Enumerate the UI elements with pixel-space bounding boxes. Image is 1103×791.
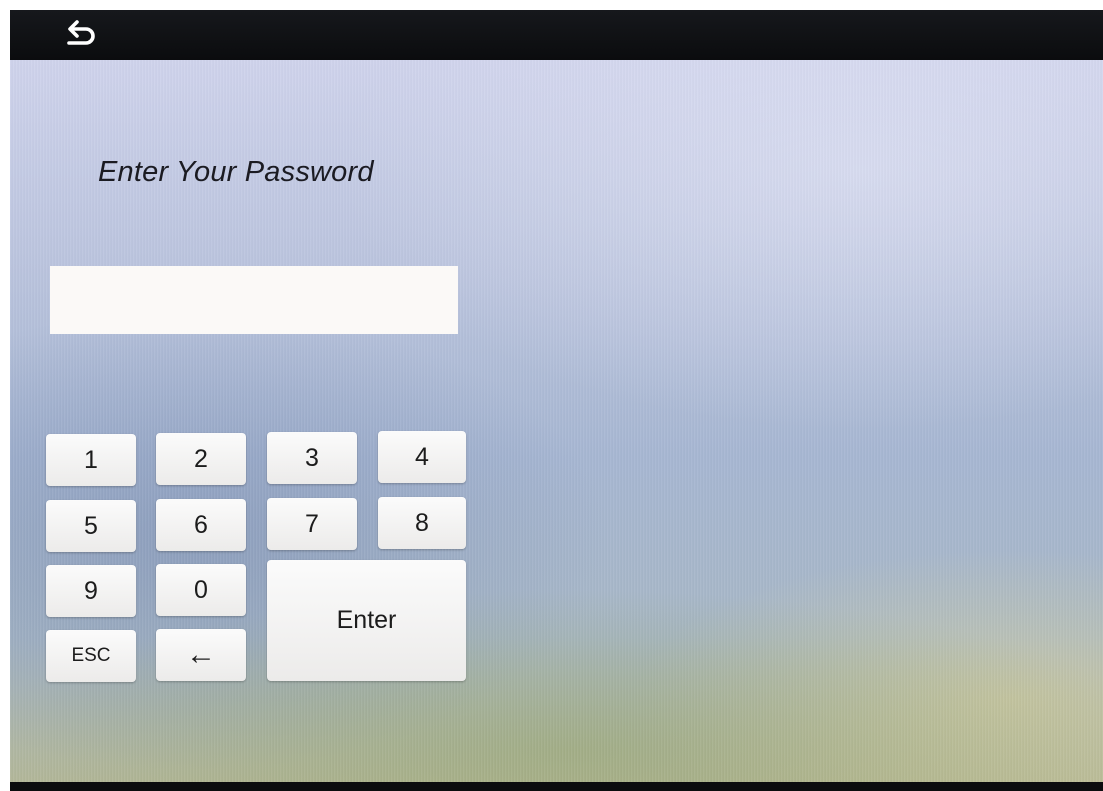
device-screen: Enter Your Password 1 2 3 4 5 6 7 8 9 0 … (10, 10, 1103, 791)
esc-button[interactable]: ESC (46, 630, 136, 682)
left-arrow-icon: ← (186, 638, 216, 671)
key-4[interactable]: 4 (378, 431, 466, 483)
backspace-button[interactable]: ← (156, 629, 246, 681)
top-bar (10, 10, 1103, 60)
back-button[interactable] (58, 18, 102, 52)
page-title: Enter Your Password (98, 156, 374, 188)
key-2[interactable]: 2 (156, 433, 246, 485)
key-5[interactable]: 5 (46, 500, 136, 552)
bottom-bar (10, 782, 1103, 791)
key-0[interactable]: 0 (156, 564, 246, 616)
key-1[interactable]: 1 (46, 434, 136, 486)
enter-button[interactable]: Enter (267, 560, 466, 681)
key-6[interactable]: 6 (156, 499, 246, 551)
password-input[interactable] (50, 266, 458, 334)
key-9[interactable]: 9 (46, 565, 136, 617)
key-8[interactable]: 8 (378, 497, 466, 549)
key-3[interactable]: 3 (267, 432, 357, 484)
password-screen: Enter Your Password 1 2 3 4 5 6 7 8 9 0 … (10, 60, 1103, 782)
return-arrow-icon (67, 20, 95, 45)
key-7[interactable]: 7 (267, 498, 357, 550)
